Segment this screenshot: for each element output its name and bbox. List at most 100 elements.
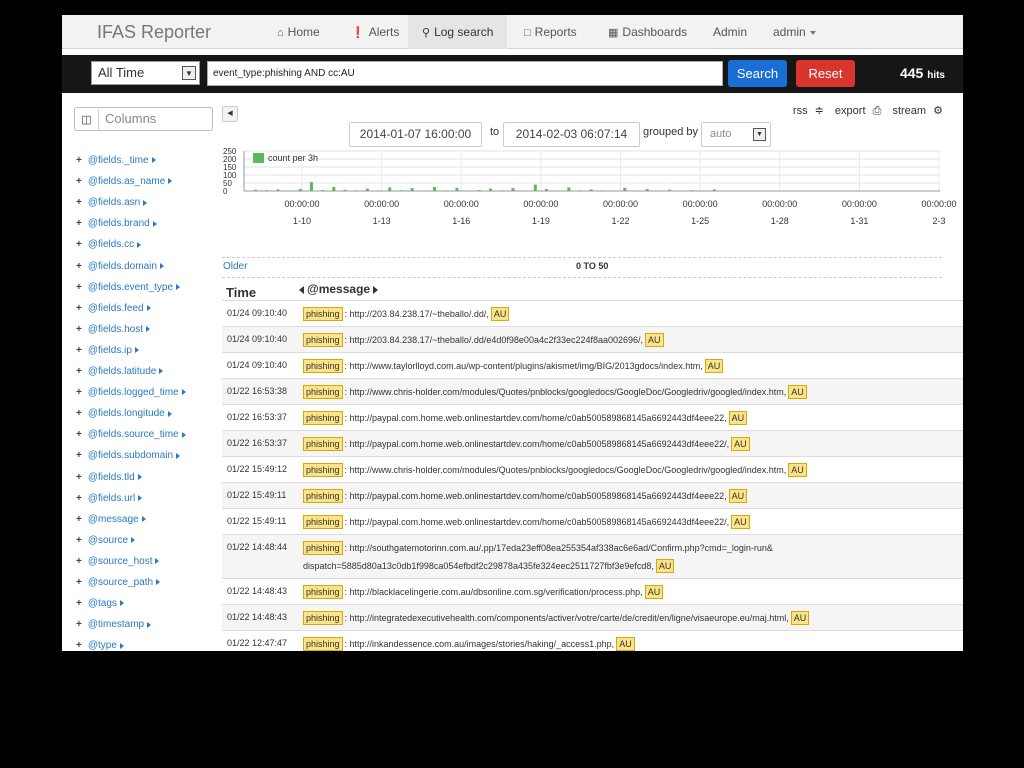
- table-row[interactable]: 01/22 14:48:43 phishing: http://blacklace…: [222, 578, 963, 604]
- sidebar-field[interactable]: + @timestamp: [76, 619, 152, 630]
- sidebar-field[interactable]: + @type: [76, 640, 124, 651]
- add-icon[interactable]: +: [76, 366, 82, 377]
- country-tag[interactable]: AU: [704, 359, 724, 373]
- table-row[interactable]: 01/22 16:53:37 phishing: http://paypal.co…: [222, 404, 963, 430]
- add-icon[interactable]: +: [76, 387, 82, 398]
- add-icon[interactable]: +: [76, 619, 82, 630]
- nav-alerts[interactable]: ❗ Alerts: [337, 15, 413, 49]
- time-column-header[interactable]: Time: [226, 285, 256, 300]
- event-type-tag[interactable]: phishing: [303, 385, 343, 399]
- event-type-tag[interactable]: phishing: [303, 333, 343, 347]
- country-tag[interactable]: AU: [616, 637, 635, 651]
- nav-reports[interactable]: □ Reports: [510, 15, 591, 49]
- table-row[interactable]: 01/22 14:48:43 phishing: http://integrate…: [222, 604, 963, 630]
- table-row[interactable]: 01/22 12:47:47 phishing: http://inkandess…: [222, 630, 963, 651]
- add-icon[interactable]: +: [76, 282, 82, 293]
- sidebar-field[interactable]: + @fields.domain: [76, 261, 164, 272]
- user-menu[interactable]: admin: [759, 15, 830, 49]
- country-tag[interactable]: AU: [788, 463, 807, 477]
- add-icon[interactable]: +: [76, 598, 82, 609]
- event-type-tag[interactable]: phishing: [303, 437, 343, 451]
- date-to-input[interactable]: 2014-02-03 06:07:14: [503, 122, 640, 147]
- date-from-input[interactable]: 2014-01-07 16:00:00: [349, 122, 482, 147]
- sidebar-field[interactable]: + @tags: [76, 598, 124, 609]
- message-column-header[interactable]: @message: [299, 282, 379, 296]
- event-type-tag[interactable]: phishing: [303, 515, 343, 529]
- add-icon[interactable]: +: [76, 176, 82, 187]
- table-row[interactable]: 01/22 15:49:11 phishing: http://paypal.co…: [222, 508, 963, 534]
- table-row[interactable]: 01/22 16:53:37 phishing: http://paypal.co…: [222, 430, 963, 456]
- add-icon[interactable]: +: [76, 408, 82, 419]
- reset-button[interactable]: Reset: [796, 60, 855, 87]
- older-link[interactable]: Older: [223, 261, 247, 272]
- sidebar-field[interactable]: + @fields.tld: [76, 472, 142, 483]
- country-tag[interactable]: AU: [731, 515, 750, 529]
- event-type-tag[interactable]: phishing: [303, 307, 343, 321]
- timeframe-select[interactable]: All Time ▼: [91, 61, 200, 85]
- country-tag[interactable]: AU: [645, 333, 664, 347]
- country-tag[interactable]: AU: [728, 411, 748, 425]
- sidebar-field[interactable]: + @fields.longitude: [76, 408, 172, 419]
- add-icon[interactable]: +: [76, 197, 82, 208]
- sidebar-field[interactable]: + @source: [76, 535, 136, 546]
- sidebar-field[interactable]: + @fields.ip: [76, 345, 139, 356]
- add-icon[interactable]: +: [76, 493, 82, 504]
- add-icon[interactable]: +: [76, 261, 82, 272]
- sidebar-field[interactable]: + @fields.brand: [76, 218, 157, 229]
- country-tag[interactable]: AU: [788, 385, 807, 399]
- add-icon[interactable]: +: [76, 450, 82, 461]
- add-icon[interactable]: +: [76, 514, 82, 525]
- add-icon[interactable]: +: [76, 577, 82, 588]
- sidebar-field[interactable]: + @fields.cc: [76, 239, 142, 250]
- add-icon[interactable]: +: [76, 155, 82, 166]
- event-type-tag[interactable]: phishing: [303, 637, 343, 651]
- sidebar-field[interactable]: + @fields.event_type: [76, 282, 181, 293]
- country-tag[interactable]: AU: [655, 559, 675, 573]
- sidebar-field[interactable]: + @fields._time: [76, 155, 156, 166]
- country-tag[interactable]: AU: [644, 585, 664, 599]
- sidebar-field[interactable]: + @message: [76, 514, 146, 525]
- stream-link[interactable]: stream ⚙: [888, 105, 943, 117]
- add-icon[interactable]: +: [76, 472, 82, 483]
- event-type-tag[interactable]: phishing: [303, 541, 343, 555]
- event-type-tag[interactable]: phishing: [303, 411, 343, 425]
- sidebar-field[interactable]: + @fields.as_name: [76, 176, 173, 187]
- country-tag[interactable]: AU: [790, 611, 810, 625]
- table-row[interactable]: 01/22 15:49:11 phishing: http://paypal.co…: [222, 482, 963, 508]
- event-type-tag[interactable]: phishing: [303, 585, 343, 599]
- sidebar-field[interactable]: + @fields.subdomain: [76, 450, 181, 461]
- export-link[interactable]: export ⎙: [831, 105, 881, 117]
- move-right-icon[interactable]: [373, 285, 379, 294]
- rss-link[interactable]: rss ≑: [789, 105, 824, 117]
- nav-log-search[interactable]: ⚲ Log search: [408, 15, 508, 49]
- sidebar-field[interactable]: + @source_path: [76, 577, 161, 588]
- move-left-icon[interactable]: [299, 285, 304, 294]
- add-icon[interactable]: +: [76, 556, 82, 567]
- add-icon[interactable]: +: [76, 429, 82, 440]
- sidebar-field[interactable]: + @fields.logged_time: [76, 387, 186, 398]
- search-button[interactable]: Search: [728, 60, 787, 87]
- country-tag[interactable]: AU: [731, 437, 750, 451]
- table-row[interactable]: 01/24 09:10:40 phishing: http://203.84.23…: [222, 300, 963, 326]
- event-type-tag[interactable]: phishing: [303, 611, 343, 625]
- event-type-tag[interactable]: phishing: [303, 463, 343, 477]
- table-row[interactable]: 01/24 09:10:40 phishing: http://www.taylo…: [222, 352, 963, 378]
- sidebar-field[interactable]: + @fields.url: [76, 493, 143, 504]
- add-icon[interactable]: +: [76, 640, 82, 651]
- table-row[interactable]: 01/22 15:49:12 phishing: http://www.chris…: [222, 456, 963, 482]
- query-input[interactable]: event_type:phishing AND cc:AU: [207, 61, 723, 86]
- table-row[interactable]: 01/24 09:10:40 phishing: http://203.84.23…: [222, 326, 963, 352]
- nav-admin[interactable]: Admin: [699, 15, 761, 49]
- add-icon[interactable]: +: [76, 535, 82, 546]
- sidebar-field[interactable]: + @fields.latitude: [76, 366, 164, 377]
- brand-logo[interactable]: IFAS Reporter: [97, 22, 211, 43]
- table-row[interactable]: 01/22 14:48:44 phishing: http://southgate…: [222, 534, 963, 578]
- interval-select[interactable]: auto ▼: [701, 122, 771, 147]
- country-tag[interactable]: AU: [728, 489, 748, 503]
- sidebar-field[interactable]: + @source_host: [76, 556, 160, 567]
- table-row[interactable]: 01/22 16:53:38 phishing: http://www.chris…: [222, 378, 963, 404]
- add-icon[interactable]: +: [76, 239, 82, 250]
- nav-dashboards[interactable]: ▦ Dashboards: [594, 15, 701, 49]
- add-icon[interactable]: +: [76, 303, 82, 314]
- sidebar-field[interactable]: + @fields.source_time: [76, 429, 186, 440]
